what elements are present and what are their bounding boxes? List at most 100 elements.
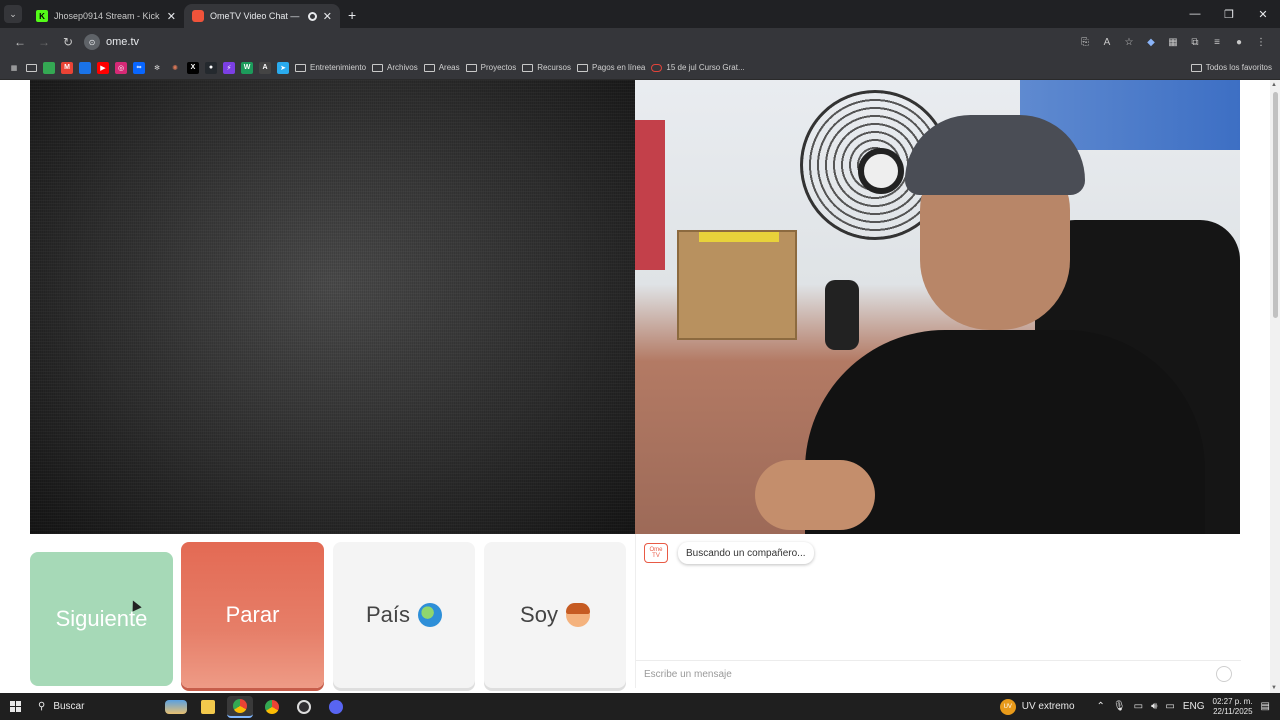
reload-icon[interactable]: ↻ [56,35,80,49]
country-button-label: País [365,602,411,627]
battery-icon[interactable]: ▭ [1165,701,1174,712]
telegram-icon[interactable]: ➤ [277,61,289,74]
bookmark-label: Entretenimiento [310,63,367,72]
bookmark-folder[interactable]: Pagos en línea [577,63,645,72]
bookmark-folder[interactable]: Proyectos [465,63,517,72]
page-scrollbar[interactable]: ▲ ▼ [1270,80,1280,693]
chrome-app[interactable] [227,695,253,718]
folder-icon[interactable] [26,63,37,72]
bookmark-link[interactable]: 15 de jul Curso Grat... [651,63,745,72]
extensions-puzzle-icon[interactable]: ⧉ [1188,35,1202,49]
youtube-icon[interactable]: ▶ [97,61,109,74]
notification-icon[interactable]: ▤ [1261,701,1270,712]
country-button[interactable]: País [333,542,475,688]
x-icon[interactable]: X [187,61,199,74]
instagram-icon[interactable]: ◎ [115,61,127,74]
media-control-icon[interactable]: ≡ [1210,35,1224,49]
back-icon[interactable]: ← [8,35,32,49]
bookmark-star-icon[interactable]: ☆ [1122,35,1136,49]
chrome-icon [233,698,247,713]
cardboard-box [677,230,797,340]
tab-search-icon[interactable]: ⌄ [4,5,22,23]
tab-kick[interactable]: K Jhosep0914 Stream - Kick Dash ✕ [28,4,184,28]
restore-icon[interactable]: ❐ [1212,8,1246,21]
meta-icon[interactable]: ∞ [133,61,145,74]
a-app-icon[interactable]: A [259,61,271,74]
language-indicator[interactable]: ENG [1183,701,1205,712]
cast-icon[interactable]: ⎘ [1078,35,1092,49]
bookmark-label: Archivos [387,63,418,72]
clock[interactable]: 02:27 p. m. 22/11/2025 [1213,697,1253,717]
scroll-down-icon[interactable]: ▼ [1271,685,1277,691]
folder-icon [372,63,384,72]
scrollbar-thumb[interactable] [1273,92,1278,318]
gender-button[interactable]: Soy [484,542,626,688]
menu-icon[interactable]: ⋮ [1254,35,1268,49]
weather-widget[interactable]: UV UV extremo [999,698,1075,715]
drive-icon[interactable] [79,61,91,74]
bookmarks-bar: ▦ M ▶ ◎ ∞ ✻ ✺ X ● ⚡ W A ➤ Entretenimient… [0,56,1280,80]
grid-extension-icon[interactable]: ▦ [1166,35,1180,49]
bookmark-folder[interactable]: Archivos [372,63,418,72]
site-info-icon[interactable]: ⊙ [84,34,100,50]
recording-icon [307,11,317,21]
network-icon[interactable]: ▭ [1134,701,1143,712]
apps-icon[interactable]: ▦ [8,62,20,74]
forward-icon[interactable]: → [32,35,56,49]
obs-icon [297,699,311,714]
discord-app[interactable] [323,696,349,718]
window-controls: — ❐ ✕ [1178,0,1280,28]
start-button[interactable] [0,701,30,712]
github-icon[interactable]: ● [205,61,217,74]
cap [905,115,1085,195]
taskbar-search[interactable]: ⚲ Buscar [30,701,160,712]
bookmark-label: Proyectos [480,63,517,72]
minimize-icon[interactable]: — [1178,8,1212,20]
bookmark-label: 15 de jul Curso Grat... [666,63,745,72]
address-bar[interactable]: ⊙ ome.tv [84,31,1078,53]
close-window-icon[interactable]: ✕ [1246,8,1280,21]
bookmark-folder[interactable]: Recursos [522,63,571,72]
stop-button[interactable]: Parar [181,542,324,688]
message-input[interactable]: Escribe un mensaje [636,660,1241,688]
volume-icon[interactable]: 🔊︎ [1151,701,1157,712]
new-tab-icon[interactable]: + [348,7,356,23]
gmail-icon[interactable]: M [61,61,73,74]
bookmark-label: Pagos en línea [592,63,646,72]
microphone-icon[interactable]: 🎙︎ [1113,701,1126,712]
obs-app[interactable] [291,696,317,718]
discord-icon [329,699,343,714]
bookmark-label: Areas [438,63,460,72]
openai-icon[interactable]: ✻ [151,62,163,74]
widget-icon [165,699,187,714]
claude-icon[interactable]: ✺ [169,62,181,74]
gender-button-label: Soy [520,602,558,627]
close-tab-icon[interactable]: ✕ [323,10,332,23]
next-button[interactable]: Siguiente [30,552,173,686]
app-icon[interactable]: ⚡ [223,61,235,74]
folder-icon [465,63,477,72]
file-explorer-app[interactable] [195,696,221,718]
close-tab-icon[interactable]: ✕ [167,10,176,23]
tab-ometv[interactable]: OmeTV Video Chat — Ome ✕ [184,4,340,28]
chrome-app-2[interactable] [259,696,285,718]
widget-app[interactable] [163,696,189,718]
profile-icon[interactable]: ● [1232,35,1246,49]
kick-icon: K [36,10,48,22]
shortcut-icon[interactable] [43,61,55,74]
bookmark-folder[interactable]: Entretenimiento [295,63,366,72]
chrome-icon [265,699,279,714]
chevron-up-icon[interactable]: ⌃ [1097,701,1105,712]
extension-icon[interactable]: ◆ [1144,35,1158,49]
all-bookmarks[interactable]: Todos los favoritos [1190,63,1272,72]
bookmark-label: Todos los favoritos [1205,63,1272,72]
bookmark-folder[interactable]: Areas [423,63,460,72]
folder-icon [201,699,215,714]
stop-button-label: Parar [225,602,280,627]
toolbar-icons: ⎘ A ☆ ◆ ▦ ⧉ ≡ ● ⋮ [1078,35,1268,49]
translate-icon[interactable]: A [1100,35,1114,49]
windows-icon [9,701,21,712]
w-app-icon[interactable]: W [241,61,253,74]
scroll-up-icon[interactable]: ▲ [1271,82,1277,88]
emoji-icon[interactable] [1216,666,1232,682]
